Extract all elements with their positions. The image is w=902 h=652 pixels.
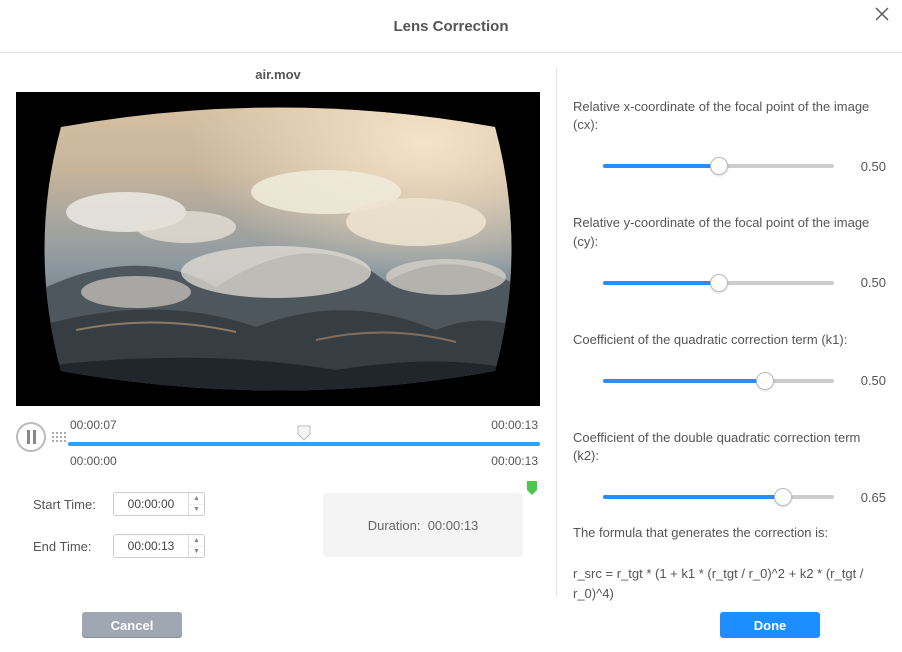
trim-end-time: 00:00:13 <box>491 418 538 436</box>
k1-label: Coefficient of the quadratic correction … <box>573 331 886 349</box>
k2-slider-thumb[interactable] <box>774 488 792 506</box>
cy-label: Relative y-coordinate of the focal point… <box>573 214 886 250</box>
start-time-input[interactable]: ▲ ▼ <box>113 492 205 516</box>
k1-value: 0.50 <box>848 373 886 388</box>
cy-slider[interactable] <box>603 275 834 291</box>
cy-value: 0.50 <box>848 275 886 290</box>
cancel-button[interactable]: Cancel <box>82 612 182 638</box>
dialog-title: Lens Correction <box>393 18 508 35</box>
trim-start-time: 00:00:07 <box>70 418 117 436</box>
k2-slider[interactable] <box>603 489 834 505</box>
cx-slider-thumb[interactable] <box>710 157 728 175</box>
dialog-header: Lens Correction <box>0 0 902 53</box>
k1-slider[interactable] <box>603 373 834 389</box>
parameters-panel: Relative x-coordinate of the focal point… <box>557 53 902 598</box>
cx-slider[interactable] <box>603 158 834 174</box>
duration-box: Duration: 00:00:13 <box>323 493 523 557</box>
start-time-down[interactable]: ▼ <box>189 505 204 516</box>
preview-panel: air.mov <box>0 53 556 598</box>
end-time-label: End Time: <box>33 539 103 554</box>
start-time-up[interactable]: ▲ <box>189 493 204 505</box>
k2-value: 0.65 <box>848 490 886 505</box>
start-time-label: Start Time: <box>33 497 103 512</box>
trim-handle-start[interactable] <box>66 436 78 450</box>
drag-handle-icon[interactable] <box>46 418 68 442</box>
cx-label: Relative x-coordinate of the focal point… <box>573 98 886 134</box>
end-time-input[interactable]: ▲ ▼ <box>113 534 205 558</box>
k2-label: Coefficient of the double quadratic corr… <box>573 429 886 465</box>
duration-label: Duration: <box>368 518 421 533</box>
formula-intro: The formula that generates the correctio… <box>573 525 886 540</box>
dialog-footer: Cancel Done <box>0 598 902 652</box>
timeline-track[interactable] <box>68 436 540 452</box>
end-time-up[interactable]: ▲ <box>189 535 204 547</box>
end-time-field[interactable] <box>114 535 188 557</box>
timeline: 00:00:07 00:00:13 00:00:00 <box>16 418 540 466</box>
cy-slider-thumb[interactable] <box>710 274 728 292</box>
pause-button[interactable] <box>16 422 46 452</box>
filename-label: air.mov <box>255 67 301 82</box>
playhead[interactable] <box>297 425 311 441</box>
video-preview <box>16 92 540 406</box>
close-icon[interactable] <box>870 0 894 30</box>
range-start-time: 00:00:00 <box>70 454 117 468</box>
k1-slider-thumb[interactable] <box>756 372 774 390</box>
pause-icon <box>27 430 36 444</box>
duration-value: 00:00:13 <box>428 518 479 533</box>
end-time-down[interactable]: ▼ <box>189 547 204 558</box>
start-time-field[interactable] <box>114 493 188 515</box>
done-button[interactable]: Done <box>720 612 820 638</box>
cx-value: 0.50 <box>848 159 886 174</box>
trim-handle-end[interactable] <box>510 436 542 481</box>
